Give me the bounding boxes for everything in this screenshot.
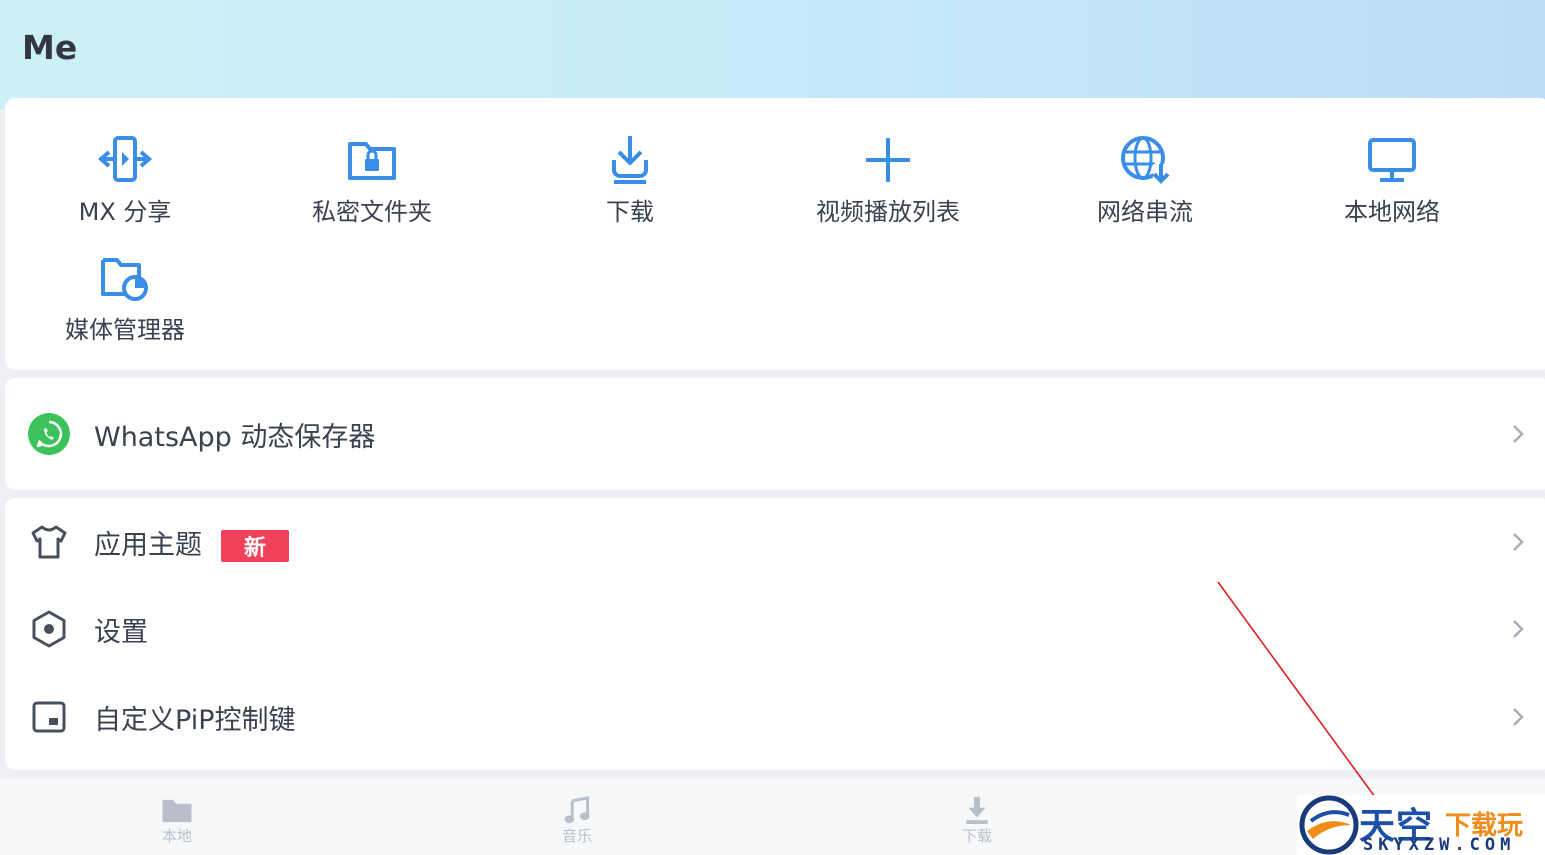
pip-icon: [27, 695, 71, 739]
tab-label: 下载: [961, 827, 992, 845]
whatsapp-card: WhatsApp 动态保存器: [5, 378, 1545, 490]
whatsapp-icon: [27, 412, 71, 456]
page-title: Me: [22, 28, 78, 67]
whatsapp-status-saver-row[interactable]: WhatsApp 动态保存器: [5, 394, 1545, 474]
grid-item-local-network[interactable]: 本地网络: [1272, 130, 1512, 230]
quick-actions-card: MX 分享 私密文件夹 下载 视频播放列表 网络串流 本地网络 媒体管理器: [5, 98, 1545, 370]
grid-item-video-playlist[interactable]: 视频播放列表: [768, 130, 1008, 230]
tab-label: 本地: [161, 827, 192, 845]
whatsapp-row-label: WhatsApp 动态保存器: [94, 421, 376, 453]
download-icon: [612, 136, 648, 184]
folder-icon: [162, 799, 192, 823]
site-watermark: 天空 下载玩 SKYXZW.COM: [1297, 795, 1545, 855]
tab-download[interactable]: 下载: [937, 796, 1017, 846]
download-icon: [966, 796, 988, 825]
gear-hexagon-icon: [27, 607, 71, 651]
chevron-right-icon: [1513, 533, 1524, 551]
grid-item-label: 下载: [606, 198, 654, 226]
plus-icon: [866, 138, 910, 182]
new-badge: 新: [221, 530, 289, 562]
grid-item-media-manager[interactable]: 媒体管理器: [5, 248, 245, 348]
custom-pip-label: 自定义PiP控制键: [94, 704, 296, 736]
settings-label: 设置: [94, 616, 148, 648]
tab-music[interactable]: 音乐: [537, 796, 617, 846]
settings-row[interactable]: 设置: [5, 589, 1545, 669]
grid-item-network-stream[interactable]: 网络串流: [1025, 130, 1265, 230]
shirt-icon: [27, 520, 71, 564]
music-icon: [564, 796, 590, 824]
grid-item-mx-share[interactable]: MX 分享: [5, 130, 245, 230]
app-theme-label: 应用主题: [94, 529, 202, 561]
tab-local[interactable]: 本地: [137, 796, 217, 846]
grid-item-label: 媒体管理器: [65, 316, 185, 344]
chevron-right-icon: [1513, 425, 1524, 443]
watermark-url: SKYXZW.COM: [1363, 835, 1516, 855]
grid-item-label: MX 分享: [78, 198, 172, 226]
custom-pip-controls-row[interactable]: 自定义PiP控制键: [5, 677, 1545, 757]
grid-item-label: 视频播放列表: [816, 198, 960, 226]
grid-item-label: 本地网络: [1344, 198, 1440, 226]
grid-item-private-folder[interactable]: 私密文件夹: [252, 130, 492, 230]
settings-card: 应用主题 新 设置 自定义PiP控制键: [5, 498, 1545, 770]
watermark-logo-icon: [1299, 795, 1359, 855]
header-background: [0, 0, 1545, 110]
grid-item-download[interactable]: 下载: [510, 130, 750, 230]
chevron-right-icon: [1513, 708, 1524, 726]
app-theme-row[interactable]: 应用主题 新: [5, 502, 1545, 582]
private-folder-icon: [348, 142, 396, 180]
network-stream-icon: [1121, 136, 1170, 184]
media-manager-icon: [101, 258, 148, 301]
monitor-icon: [1368, 138, 1416, 182]
grid-item-label: 网络串流: [1097, 198, 1193, 226]
tab-label: 音乐: [561, 827, 592, 845]
chevron-right-icon: [1513, 620, 1524, 638]
grid-item-label: 私密文件夹: [312, 198, 432, 226]
mx-share-icon: [97, 136, 153, 182]
